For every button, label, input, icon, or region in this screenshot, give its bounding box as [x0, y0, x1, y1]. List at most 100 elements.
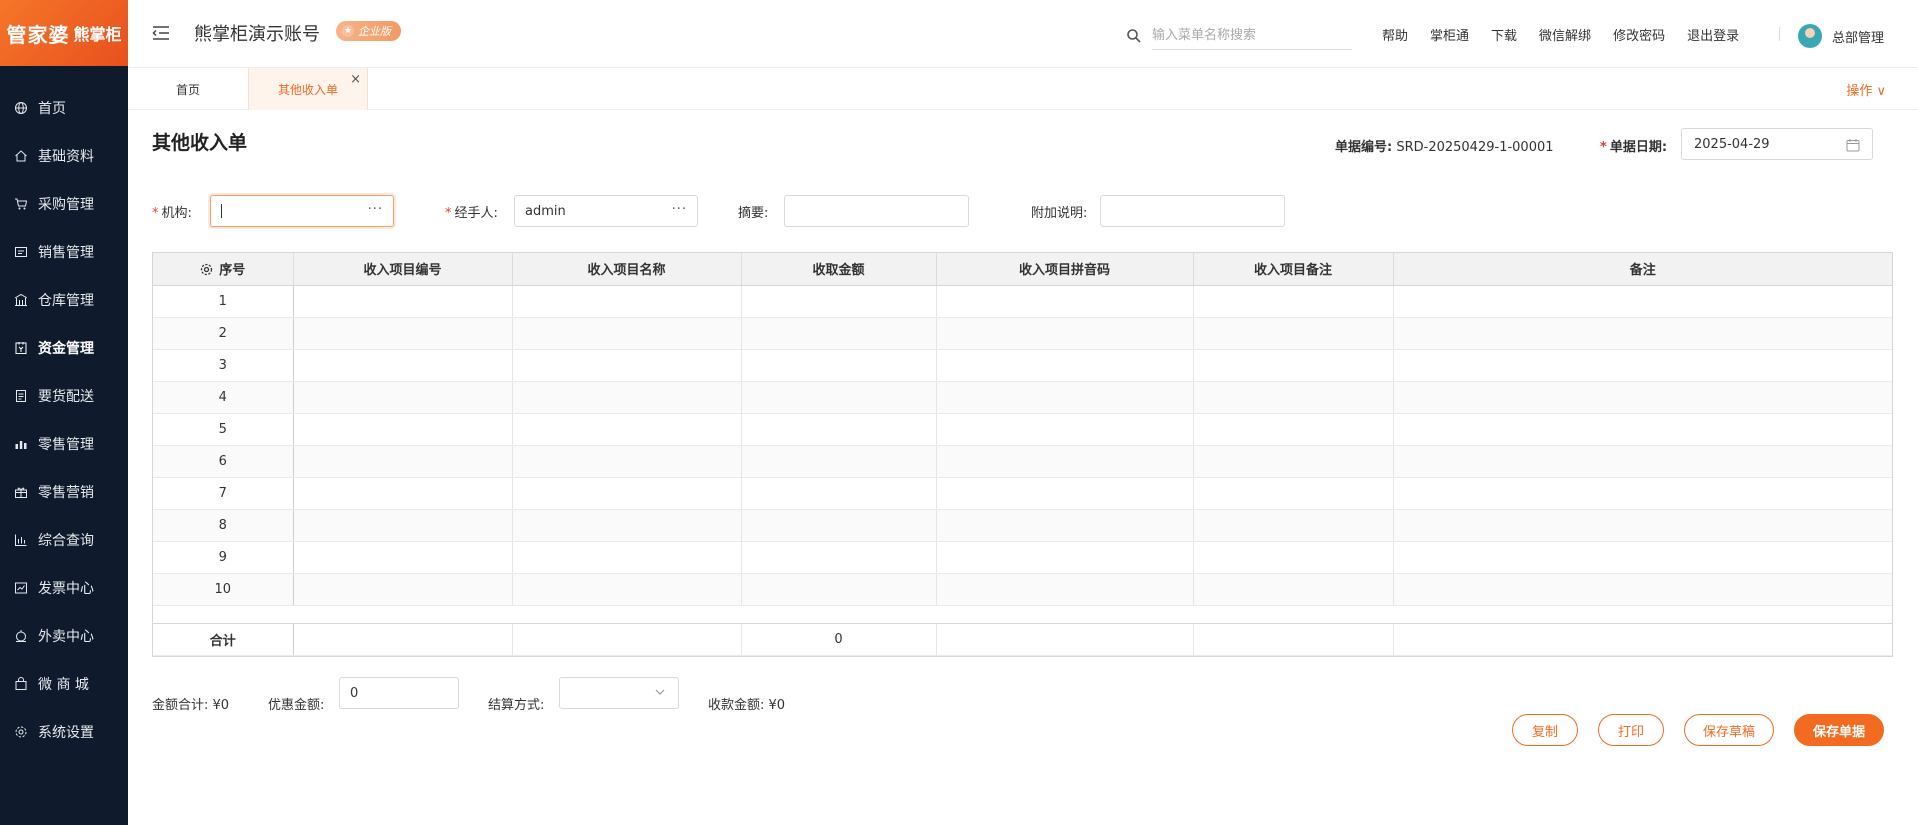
- handler-field[interactable]: admin ···: [514, 195, 698, 227]
- grid-cell[interactable]: [936, 477, 1194, 510]
- grid-cell[interactable]: [936, 573, 1194, 606]
- header-link-4[interactable]: 修改密码: [1613, 25, 1665, 44]
- grid-cell[interactable]: [1193, 413, 1394, 446]
- sidebar-item-4[interactable]: 仓库管理: [0, 276, 128, 324]
- row-seq[interactable]: 3: [153, 349, 294, 382]
- grid-cell[interactable]: [512, 573, 742, 606]
- table-row[interactable]: 4: [153, 381, 1892, 414]
- row-seq[interactable]: 9: [153, 541, 294, 574]
- grid-cell[interactable]: [741, 349, 937, 382]
- grid-cell[interactable]: [936, 381, 1194, 414]
- grid-cell[interactable]: [936, 445, 1194, 478]
- grid-cell[interactable]: [1393, 509, 1892, 542]
- grid-cell[interactable]: [293, 509, 513, 542]
- tab-home[interactable]: 首页: [128, 68, 248, 110]
- grid-cell[interactable]: [741, 285, 937, 318]
- grid-cell[interactable]: [1393, 285, 1892, 318]
- tab-other-income[interactable]: 其他收入单 ×: [248, 68, 368, 110]
- menu-toggle-icon[interactable]: [152, 24, 170, 42]
- save-draft-button[interactable]: 保存草稿: [1684, 714, 1774, 746]
- grid-cell[interactable]: [293, 477, 513, 510]
- grid-cell[interactable]: [293, 317, 513, 350]
- org-field[interactable]: ···: [210, 195, 394, 227]
- grid-cell[interactable]: [1193, 317, 1394, 350]
- table-row[interactable]: 3: [153, 349, 1892, 382]
- grid-cell[interactable]: [741, 413, 937, 446]
- row-seq[interactable]: 2: [153, 317, 294, 350]
- grid-cell[interactable]: [936, 541, 1194, 574]
- table-row[interactable]: 7: [153, 477, 1892, 510]
- menu-search-input[interactable]: [1152, 22, 1352, 50]
- grid-cell[interactable]: [1193, 541, 1394, 574]
- more-icon[interactable]: ···: [368, 202, 383, 217]
- grid-cell[interactable]: [936, 509, 1194, 542]
- grid-cell[interactable]: [512, 509, 742, 542]
- sidebar-item-6[interactable]: 要货配送: [0, 372, 128, 420]
- grid-cell[interactable]: [293, 413, 513, 446]
- table-row[interactable]: 2: [153, 317, 1892, 350]
- grid-cell[interactable]: [293, 445, 513, 478]
- print-button[interactable]: 打印: [1598, 714, 1664, 746]
- table-row[interactable]: 5: [153, 413, 1892, 446]
- grid-cell[interactable]: [1193, 349, 1394, 382]
- grid-cell[interactable]: [512, 381, 742, 414]
- user-menu[interactable]: 总部管理: [1798, 24, 1884, 48]
- grid-cell[interactable]: [741, 445, 937, 478]
- sidebar-item-1[interactable]: 基础资料: [0, 132, 128, 180]
- grid-cell[interactable]: [512, 541, 742, 574]
- close-icon[interactable]: ×: [350, 72, 361, 87]
- header-link-2[interactable]: 下载: [1491, 25, 1517, 44]
- grid-cell[interactable]: [741, 381, 937, 414]
- sidebar-item-10[interactable]: 发票中心: [0, 564, 128, 612]
- sidebar-item-2[interactable]: 采购管理: [0, 180, 128, 228]
- summary-input[interactable]: [784, 195, 969, 227]
- grid-cell[interactable]: [1193, 573, 1394, 606]
- table-row[interactable]: 9: [153, 541, 1892, 574]
- grid-cell[interactable]: [512, 445, 742, 478]
- sidebar-item-7[interactable]: 零售管理: [0, 420, 128, 468]
- row-seq[interactable]: 7: [153, 477, 294, 510]
- grid-cell[interactable]: [1193, 477, 1394, 510]
- grid-cell[interactable]: [512, 317, 742, 350]
- row-seq[interactable]: 8: [153, 509, 294, 542]
- table-row[interactable]: 10: [153, 573, 1892, 606]
- brand-logo[interactable]: 管家婆 熊掌柜: [0, 0, 128, 66]
- sidebar-item-5[interactable]: 资金管理: [0, 324, 128, 372]
- row-seq[interactable]: 5: [153, 413, 294, 446]
- gear-icon[interactable]: [200, 263, 213, 276]
- table-row[interactable]: 1: [153, 285, 1892, 318]
- grid-cell[interactable]: [1193, 445, 1394, 478]
- grid-cell[interactable]: [293, 381, 513, 414]
- grid-cell[interactable]: [741, 509, 937, 542]
- grid-cell[interactable]: [1393, 349, 1892, 382]
- grid-cell[interactable]: [1193, 285, 1394, 318]
- row-seq[interactable]: 1: [153, 285, 294, 318]
- grid-cell[interactable]: [1393, 317, 1892, 350]
- grid-cell[interactable]: [936, 317, 1194, 350]
- copy-button[interactable]: 复制: [1512, 714, 1578, 746]
- grid-cell[interactable]: [1393, 573, 1892, 606]
- sidebar-item-8[interactable]: 零售营销: [0, 468, 128, 516]
- sidebar-item-9[interactable]: 综合查询: [0, 516, 128, 564]
- col-pinyin[interactable]: 收入项目拼音码: [936, 253, 1194, 286]
- col-item-name[interactable]: 收入项目名称: [512, 253, 742, 286]
- doc-date-picker[interactable]: 2025-04-29: [1681, 128, 1873, 160]
- sidebar-item-13[interactable]: 系统设置: [0, 708, 128, 756]
- table-row[interactable]: 6: [153, 445, 1892, 478]
- grid-cell[interactable]: [936, 413, 1194, 446]
- grid-cell[interactable]: [293, 349, 513, 382]
- grid-cell[interactable]: [936, 285, 1194, 318]
- settle-select[interactable]: [559, 677, 679, 709]
- grid-cell[interactable]: [293, 573, 513, 606]
- row-seq[interactable]: 4: [153, 381, 294, 414]
- grid-cell[interactable]: [741, 477, 937, 510]
- sidebar-item-11[interactable]: 外卖中心: [0, 612, 128, 660]
- grid-cell[interactable]: [1393, 541, 1892, 574]
- table-row[interactable]: 8: [153, 509, 1892, 542]
- row-seq[interactable]: 10: [153, 573, 294, 606]
- sidebar-item-0[interactable]: 首页: [0, 84, 128, 132]
- grid-cell[interactable]: [293, 541, 513, 574]
- grid-cell[interactable]: [1393, 381, 1892, 414]
- header-link-1[interactable]: 掌柜通: [1430, 25, 1469, 44]
- col-amount[interactable]: 收取金额: [741, 253, 937, 286]
